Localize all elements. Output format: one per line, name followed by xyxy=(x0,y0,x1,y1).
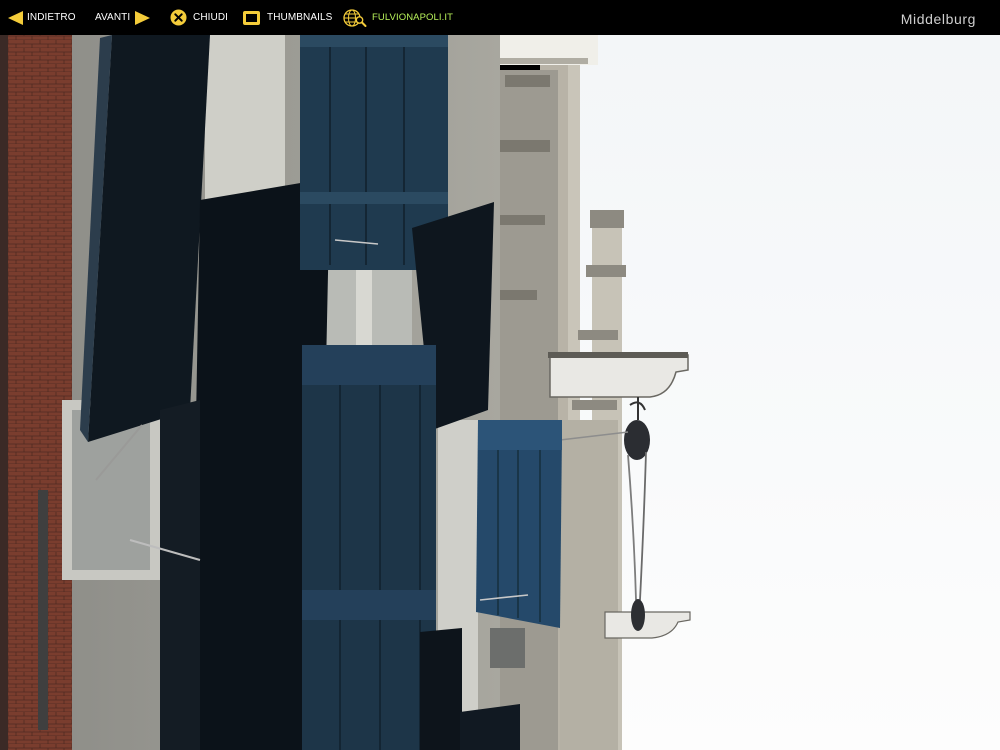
arrow-right-icon xyxy=(135,10,151,25)
photo-viewer xyxy=(0,35,1000,750)
globe-search-icon xyxy=(343,8,367,27)
back-button[interactable]: INDIETRO xyxy=(8,0,76,35)
forward-label: AVANTI xyxy=(95,12,131,23)
thumbnails-label: THUMBNAILS xyxy=(267,12,333,23)
forward-button[interactable]: AVANTI xyxy=(95,0,151,35)
site-label: FULVIONAPOLI.IT xyxy=(372,12,454,23)
site-link[interactable]: FULVIONAPOLI.IT xyxy=(343,0,453,35)
close-circle-icon xyxy=(170,9,187,26)
photo-image xyxy=(0,35,1000,750)
thumbnails-icon xyxy=(243,10,260,25)
close-button[interactable]: CHIUDI xyxy=(170,0,228,35)
thumbnails-button[interactable]: THUMBNAILS xyxy=(242,0,332,35)
top-navigation-bar: INDIETRO AVANTI CHIUDI THUMBNAILS FULVIO… xyxy=(0,0,1000,35)
close-label: CHIUDI xyxy=(193,12,229,23)
photo-title: Middelburg xyxy=(900,11,976,27)
arrow-left-icon xyxy=(8,10,23,25)
back-label: INDIETRO xyxy=(27,12,76,23)
